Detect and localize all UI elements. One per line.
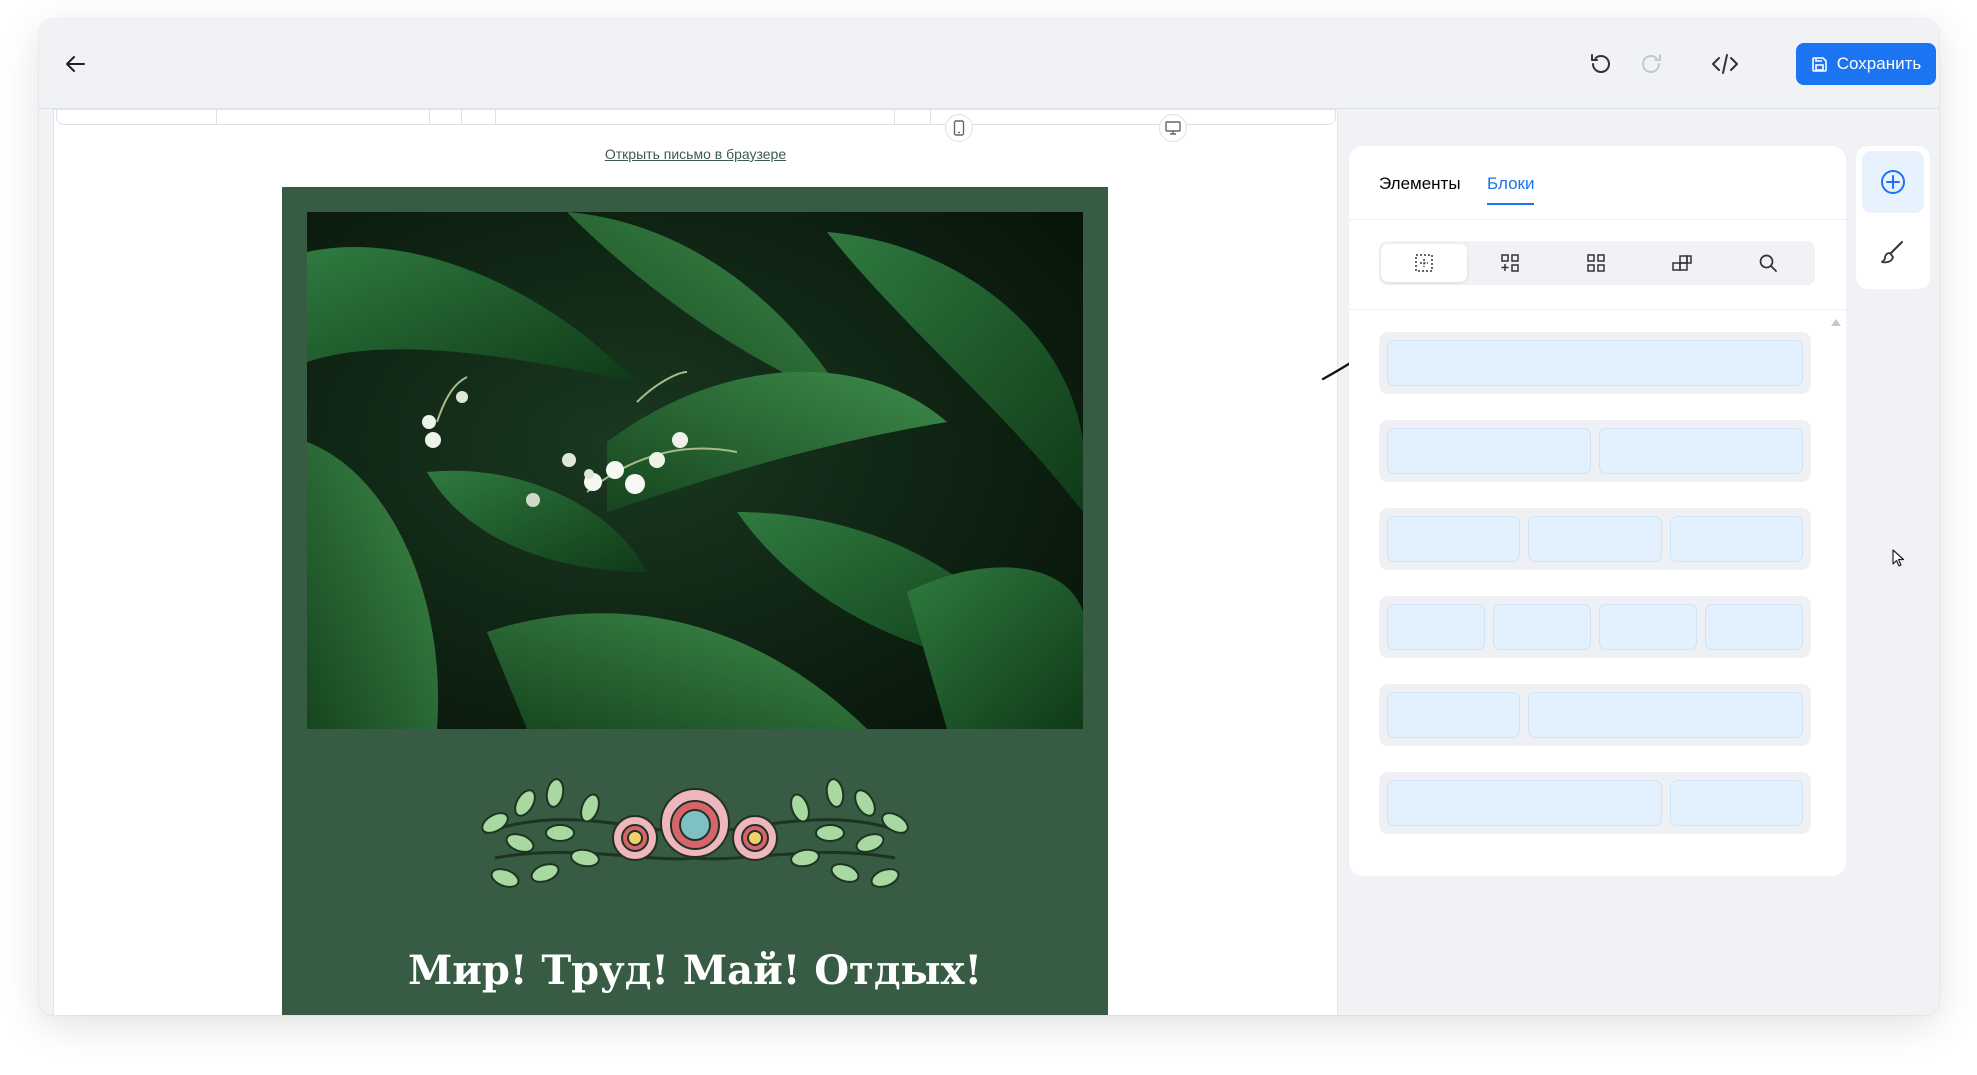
filter-composite-blocks[interactable] xyxy=(1639,244,1725,282)
editor-window: Сохранить Открыть письмо в браузере Мир!… xyxy=(39,19,1939,1015)
undo-icon xyxy=(1591,54,1610,73)
email-canvas[interactable]: Открыть письмо в браузере Мир! Труд! Май… xyxy=(53,109,1338,1015)
filter-search[interactable] xyxy=(1725,244,1811,282)
email-title[interactable]: Мир! Труд! Май! Отдых! xyxy=(282,947,1108,994)
open-in-browser-link[interactable]: Открыть письмо в браузере xyxy=(54,146,1337,162)
brush-icon xyxy=(1881,241,1903,264)
layout-1-column[interactable] xyxy=(1379,332,1811,394)
block-filter-bar xyxy=(1379,241,1815,285)
mobile-icon xyxy=(953,120,965,136)
layout-4-columns[interactable] xyxy=(1379,596,1811,658)
styles-button[interactable] xyxy=(1862,221,1924,283)
code-icon xyxy=(1712,54,1738,74)
back-button[interactable] xyxy=(53,42,97,86)
add-content-button[interactable] xyxy=(1862,151,1924,213)
side-toolbar xyxy=(1856,146,1930,289)
top-toolbar: Сохранить xyxy=(39,19,1939,109)
scroll-up-icon[interactable] xyxy=(1830,317,1842,327)
layout-2-columns[interactable] xyxy=(1379,420,1811,482)
email-body[interactable]: Мир! Труд! Май! Отдых! xyxy=(282,187,1108,1015)
layout-2-1-columns[interactable] xyxy=(1379,772,1811,834)
layout-1-2-columns[interactable] xyxy=(1379,684,1811,746)
composite-blocks-icon xyxy=(1672,255,1692,271)
grid-blocks-icon xyxy=(1587,254,1605,272)
floral-ornament xyxy=(481,778,909,888)
search-icon xyxy=(1759,254,1777,272)
floppy-disk-icon xyxy=(1811,56,1827,72)
save-label: Сохранить xyxy=(1836,54,1922,73)
tab-blocks[interactable]: Блоки xyxy=(1487,174,1535,205)
save-button[interactable]: Сохранить xyxy=(1796,43,1936,85)
mobile-preview-button[interactable] xyxy=(945,114,973,142)
layout-3-columns[interactable] xyxy=(1379,508,1811,570)
blocks-panel: Элементы Блоки xyxy=(1349,146,1846,876)
desktop-icon xyxy=(1165,121,1181,135)
mouse-cursor-icon xyxy=(1892,549,1905,567)
undo-button[interactable] xyxy=(1578,42,1622,86)
hero-photo[interactable] xyxy=(307,212,1083,729)
desktop-preview-button[interactable] xyxy=(1159,114,1187,142)
tab-elements[interactable]: Элементы xyxy=(1379,174,1461,194)
empty-block-icon xyxy=(1415,254,1433,272)
arrow-left-icon xyxy=(66,56,85,72)
filter-empty-blocks[interactable] xyxy=(1381,244,1467,282)
filter-add-blocks[interactable] xyxy=(1467,244,1553,282)
panel-divider xyxy=(1349,309,1846,310)
panel-tabs: Элементы Блоки xyxy=(1349,146,1846,220)
lily-of-the-valley-photo xyxy=(307,212,1083,729)
add-block-icon xyxy=(1501,254,1519,272)
code-view-button[interactable] xyxy=(1703,42,1747,86)
redo-icon xyxy=(1642,54,1661,73)
plus-circle-icon xyxy=(1881,170,1905,194)
filter-grid-blocks[interactable] xyxy=(1553,244,1639,282)
layout-ruler xyxy=(56,110,1336,125)
redo-button[interactable] xyxy=(1630,42,1674,86)
